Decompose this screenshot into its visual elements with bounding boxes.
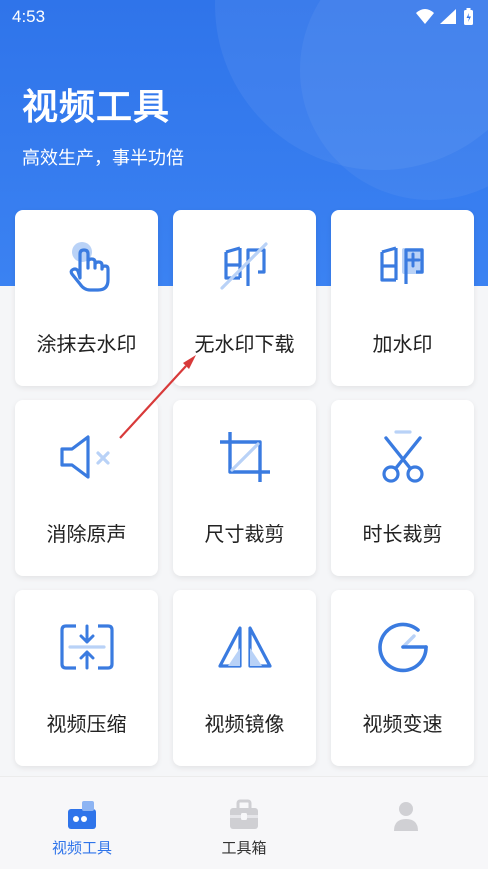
compress-icon <box>60 624 114 670</box>
tool-label: 尺寸裁剪 <box>204 522 285 546</box>
tool-card-size-crop[interactable]: 尺寸裁剪 <box>173 400 316 576</box>
tool-card-duration-trim[interactable]: 时长裁剪 <box>331 400 474 576</box>
tool-card-no-watermark-download[interactable]: 无水印下载 <box>173 210 316 386</box>
scissors-icon <box>382 430 424 483</box>
video-camera-icon <box>68 801 96 829</box>
bottom-nav: 视频工具 工具箱 <box>0 776 488 869</box>
tool-label: 时长裁剪 <box>362 522 443 546</box>
no-watermark-icon <box>220 242 268 290</box>
tool-card-video-speed[interactable]: 视频变速 <box>331 590 474 766</box>
add-watermark-icon <box>380 246 424 284</box>
crop-icon <box>220 432 270 482</box>
nav-label: 工具箱 <box>221 839 267 857</box>
tool-label: 视频变速 <box>362 712 443 736</box>
tool-label: 消除原声 <box>46 522 127 546</box>
tool-label: 加水印 <box>372 332 433 356</box>
nav-item-toolbox[interactable]: 工具箱 <box>179 777 309 869</box>
hand-touch-icon <box>69 242 110 292</box>
tool-label: 视频压缩 <box>46 712 127 736</box>
nav-item-profile[interactable] <box>341 777 471 869</box>
tool-card-video-mirror[interactable]: 视频镜像 <box>173 590 316 766</box>
mute-icon <box>60 435 110 479</box>
tool-label: 无水印下载 <box>194 332 295 356</box>
tool-grid: 涂抹去水印 无水印下载 加水印 消除原声 尺寸裁剪 时长裁剪 视频压缩 视频镜像… <box>0 0 488 869</box>
tool-label: 涂抹去水印 <box>36 332 137 356</box>
tool-card-video-compress[interactable]: 视频压缩 <box>15 590 158 766</box>
tool-card-add-watermark[interactable]: 加水印 <box>331 210 474 386</box>
tool-card-smudge-remove-watermark[interactable]: 涂抹去水印 <box>15 210 158 386</box>
speed-icon <box>378 622 428 673</box>
tool-label: 视频镜像 <box>204 712 285 736</box>
user-icon <box>394 802 418 831</box>
mirror-icon <box>218 626 272 668</box>
tool-card-remove-audio[interactable]: 消除原声 <box>15 400 158 576</box>
toolbox-icon <box>230 799 258 829</box>
nav-item-video-tools[interactable]: 视频工具 <box>17 777 147 869</box>
nav-label: 视频工具 <box>51 839 112 857</box>
